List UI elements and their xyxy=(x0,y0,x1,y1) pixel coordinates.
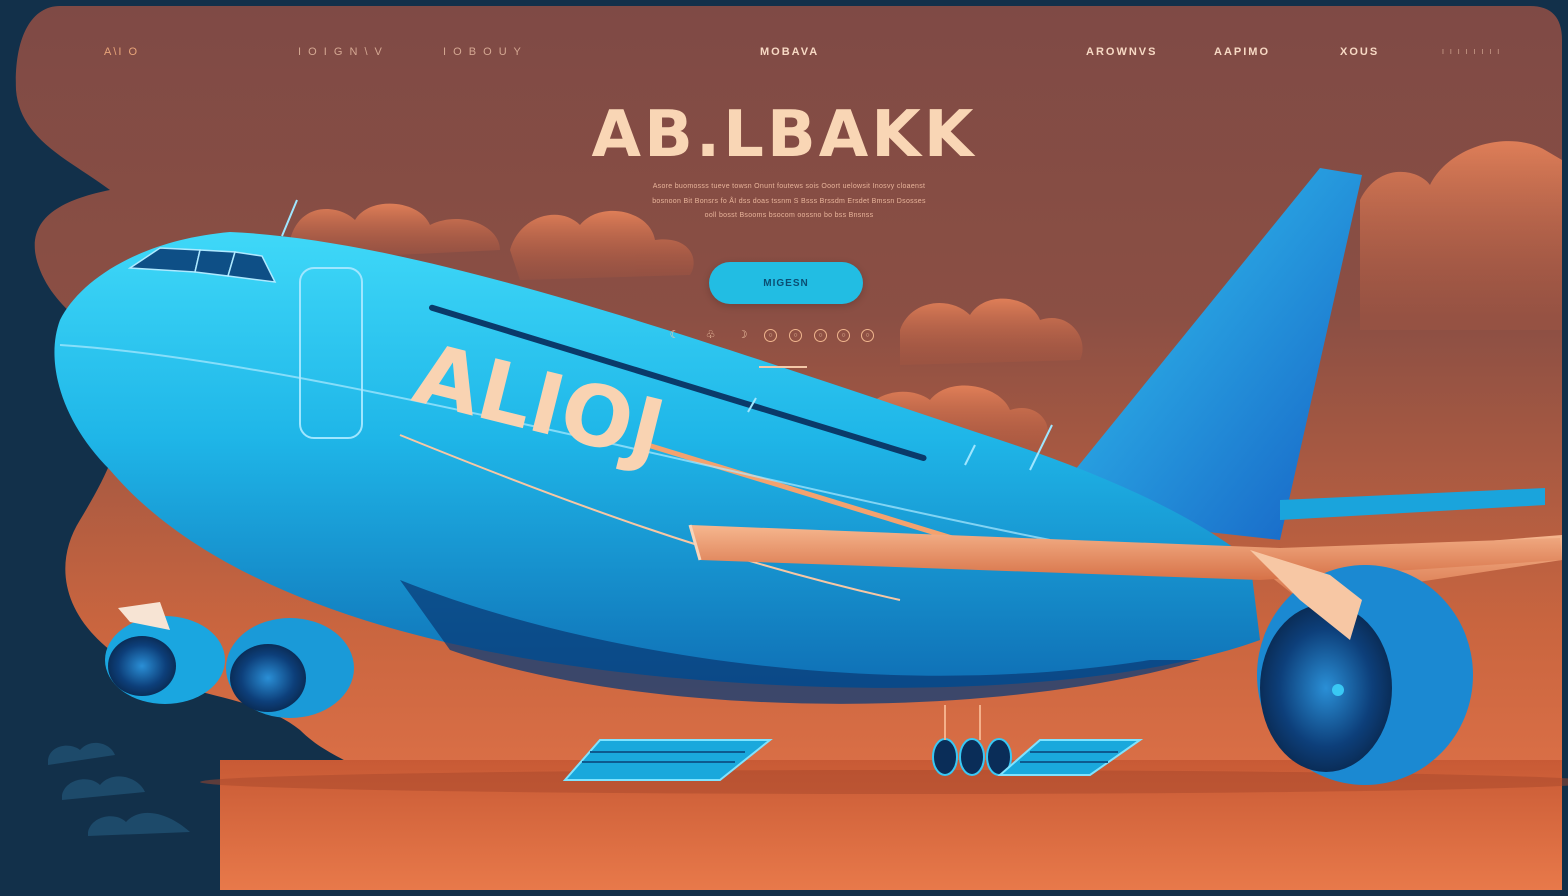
nav-item-center[interactable]: MOBAVA xyxy=(760,46,819,58)
social-icons: ☾ ♧ ☽ ○ ○ ○ ○ ○ xyxy=(668,329,882,345)
hero-description-line-3: ooll bosst Bsooms bsocom oossno bo bss B… xyxy=(704,212,874,219)
brand-logo[interactable]: A\I O xyxy=(104,46,139,58)
hero-description: Asore buomosss tueve towsn Onunt foutews… xyxy=(614,180,964,224)
nav-item-end[interactable]: I I I I I I I I xyxy=(1442,49,1501,56)
hero-description-line-2: bosnoon Bit Bonsrs fo ÅI dss doas tssnm … xyxy=(652,197,926,205)
nav-item-2[interactable]: I O B O U Y xyxy=(443,46,523,58)
circle-icon-4[interactable]: ○ xyxy=(837,329,850,342)
circle-icon-5[interactable]: ○ xyxy=(861,329,874,342)
hero-description-line-1: Asore buomosss tueve towsn Onunt foutews… xyxy=(652,183,926,190)
circle-icon-1[interactable]: ○ xyxy=(764,329,777,342)
cta-button[interactable]: MIGESN xyxy=(709,262,863,304)
nav-item-4[interactable]: AAPIMO xyxy=(1214,46,1270,58)
moon-icon[interactable]: ☾ xyxy=(668,329,681,342)
crescent-icon[interactable]: ☽ xyxy=(736,329,749,342)
leaf-icon[interactable]: ♧ xyxy=(704,329,717,342)
hero-divider xyxy=(759,366,807,368)
circle-icon-3[interactable]: ○ xyxy=(814,329,827,342)
hero-title: AB.LBAKK xyxy=(591,98,977,172)
landing-page: ALIOJ A\I O I O I G N \ V I O B O U Y MO… xyxy=(0,0,1568,896)
nav-item-1[interactable]: I O I G N \ V xyxy=(298,46,384,58)
nav-item-3[interactable]: AROWNVS xyxy=(1086,46,1157,58)
circle-icon-2[interactable]: ○ xyxy=(789,329,802,342)
nav-item-5[interactable]: XOUS xyxy=(1340,46,1379,58)
